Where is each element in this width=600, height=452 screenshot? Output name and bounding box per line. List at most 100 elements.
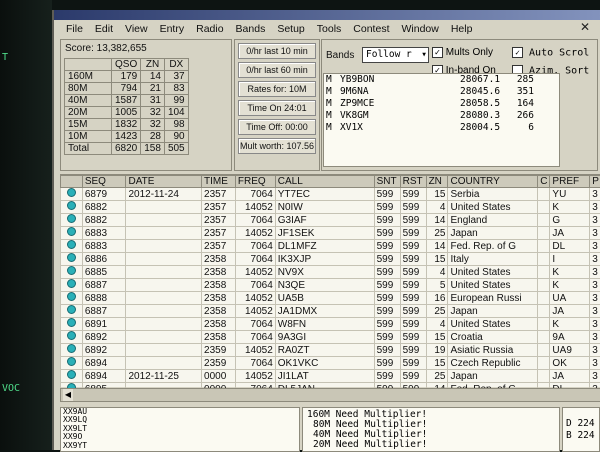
chevron-down-icon[interactable]: ▾ xyxy=(421,48,427,62)
log-pref[interactable]: JA xyxy=(550,227,590,240)
log-col-rst[interactable]: RST xyxy=(400,176,426,188)
log-zn[interactable]: 14 xyxy=(426,240,448,253)
log-pref[interactable]: 9A xyxy=(550,331,590,344)
spot-row[interactable]: MVK8GM28080.3266 xyxy=(324,110,559,122)
log-col-p[interactable]: P xyxy=(590,176,600,188)
log-col-country[interactable]: COUNTRY xyxy=(448,176,538,188)
log-pref[interactable]: JA xyxy=(550,305,590,318)
log-row[interactable]: 6888235814052UA5B59959916European RussiU… xyxy=(61,292,600,305)
log-p[interactable]: 3 xyxy=(590,305,600,318)
log-p[interactable]: 3 xyxy=(590,331,600,344)
log-snt[interactable]: 599 xyxy=(374,318,400,331)
log-date[interactable] xyxy=(126,240,202,253)
menu-help[interactable]: Help xyxy=(445,23,479,35)
log-date[interactable] xyxy=(126,201,202,214)
log-col-pref[interactable]: PREF xyxy=(550,176,590,188)
menu-radio[interactable]: Radio xyxy=(190,23,229,35)
log-date[interactable]: 2012-11-25 xyxy=(126,370,202,383)
log-call[interactable]: RA0ZT xyxy=(275,344,374,357)
log-seq[interactable]: 6892 xyxy=(82,344,126,357)
log-country[interactable]: United States xyxy=(448,318,538,331)
menu-edit[interactable]: Edit xyxy=(89,23,119,35)
log-time[interactable]: 2358 xyxy=(202,331,236,344)
log-time[interactable]: 2357 xyxy=(202,188,236,201)
close-icon[interactable]: ✕ xyxy=(574,20,596,34)
log-date[interactable] xyxy=(126,357,202,370)
log-p[interactable]: 3 xyxy=(590,188,600,201)
log-freq[interactable]: 14052 xyxy=(235,370,275,383)
log-snt[interactable]: 599 xyxy=(374,227,400,240)
log-row[interactable]: 688323577064DL1MFZ59959914Fed. Rep. of G… xyxy=(61,240,600,253)
log-col-freq[interactable]: FREQ xyxy=(235,176,275,188)
log-time[interactable]: 2357 xyxy=(202,227,236,240)
log-call[interactable]: G3IAF xyxy=(275,214,374,227)
log-rst[interactable]: 599 xyxy=(400,227,426,240)
log-zn[interactable]: 5 xyxy=(426,279,448,292)
spot-row[interactable]: MZP9MCE28058.5164 xyxy=(324,98,559,110)
spot-row[interactable]: MYB9BON28067.1285 xyxy=(324,74,559,86)
log-freq[interactable]: 14052 xyxy=(235,292,275,305)
partial-call[interactable]: XX9LQ xyxy=(63,416,299,424)
log-freq[interactable]: 7064 xyxy=(235,279,275,292)
log-freq[interactable]: 7064 xyxy=(235,188,275,201)
log-seq[interactable]: 6883 xyxy=(82,240,126,253)
log-pref[interactable]: DL xyxy=(550,240,590,253)
log-row[interactable]: 688723587064N3QE5995995United StatesK3 xyxy=(61,279,600,292)
log-freq[interactable]: 7064 xyxy=(235,253,275,266)
log-snt[interactable]: 599 xyxy=(374,331,400,344)
log-seq[interactable]: 6883 xyxy=(82,227,126,240)
log-row[interactable]: 688623587064IK3XJP59959915ItalyI3 xyxy=(61,253,600,266)
log-c[interactable] xyxy=(538,305,550,318)
log-p[interactable]: 3 xyxy=(590,227,600,240)
log-zn[interactable]: 15 xyxy=(426,188,448,201)
log-pref[interactable]: JA xyxy=(550,370,590,383)
log-row[interactable]: 689123587064W8FN5995994United StatesK3 xyxy=(61,318,600,331)
log-freq[interactable]: 7064 xyxy=(235,240,275,253)
partial-call[interactable]: XX9AU xyxy=(63,408,299,416)
log-date[interactable] xyxy=(126,331,202,344)
menu-bands[interactable]: Bands xyxy=(230,23,272,35)
bands-select[interactable]: Follow r ▾ xyxy=(362,47,429,63)
log-c[interactable] xyxy=(538,253,550,266)
log-date[interactable]: 2012-11-24 xyxy=(126,188,202,201)
mults-only-option[interactable]: ✓ Mults Only xyxy=(432,47,493,58)
log-rst[interactable]: 599 xyxy=(400,305,426,318)
log-c[interactable] xyxy=(538,318,550,331)
log-col-c[interactable]: C xyxy=(538,176,550,188)
log-snt[interactable]: 599 xyxy=(374,357,400,370)
log-seq[interactable]: 6888 xyxy=(82,292,126,305)
log-country[interactable]: Japan xyxy=(448,227,538,240)
log-zn[interactable]: 16 xyxy=(426,292,448,305)
log-snt[interactable]: 599 xyxy=(374,201,400,214)
log-rst[interactable]: 599 xyxy=(400,214,426,227)
log-date[interactable] xyxy=(126,344,202,357)
log-row[interactable]: 6887235814052JA1DMX59959925JapanJA3 xyxy=(61,305,600,318)
log-seq[interactable]: 6891 xyxy=(82,318,126,331)
log-c[interactable] xyxy=(538,201,550,214)
log-call[interactable]: JF1SEK xyxy=(275,227,374,240)
log-seq[interactable]: 6882 xyxy=(82,201,126,214)
log-pref[interactable]: I xyxy=(550,253,590,266)
log-rst[interactable]: 599 xyxy=(400,201,426,214)
log-col-snt[interactable]: SNT xyxy=(374,176,400,188)
log-call[interactable]: JI1LAT xyxy=(275,370,374,383)
log-col-call[interactable]: CALL xyxy=(275,176,374,188)
log-date[interactable] xyxy=(126,266,202,279)
log-pref[interactable]: UA9 xyxy=(550,344,590,357)
log-country[interactable]: Serbia xyxy=(448,188,538,201)
log-zn[interactable]: 14 xyxy=(426,214,448,227)
log-c[interactable] xyxy=(538,279,550,292)
log-p[interactable]: 3 xyxy=(590,279,600,292)
log-freq[interactable]: 7064 xyxy=(235,318,275,331)
log-zn[interactable]: 19 xyxy=(426,344,448,357)
log-country[interactable]: Czech Republic xyxy=(448,357,538,370)
log-rst[interactable]: 599 xyxy=(400,357,426,370)
log-p[interactable]: 3 xyxy=(590,292,600,305)
log-row[interactable]: 6892235870649A3GI59959915Croatia9A3 xyxy=(61,331,600,344)
log-date[interactable] xyxy=(126,305,202,318)
log-call[interactable]: OK1VKC xyxy=(275,357,374,370)
log-rst[interactable]: 599 xyxy=(400,188,426,201)
log-time[interactable]: 2358 xyxy=(202,266,236,279)
log-pref[interactable]: K xyxy=(550,201,590,214)
log-snt[interactable]: 599 xyxy=(374,279,400,292)
